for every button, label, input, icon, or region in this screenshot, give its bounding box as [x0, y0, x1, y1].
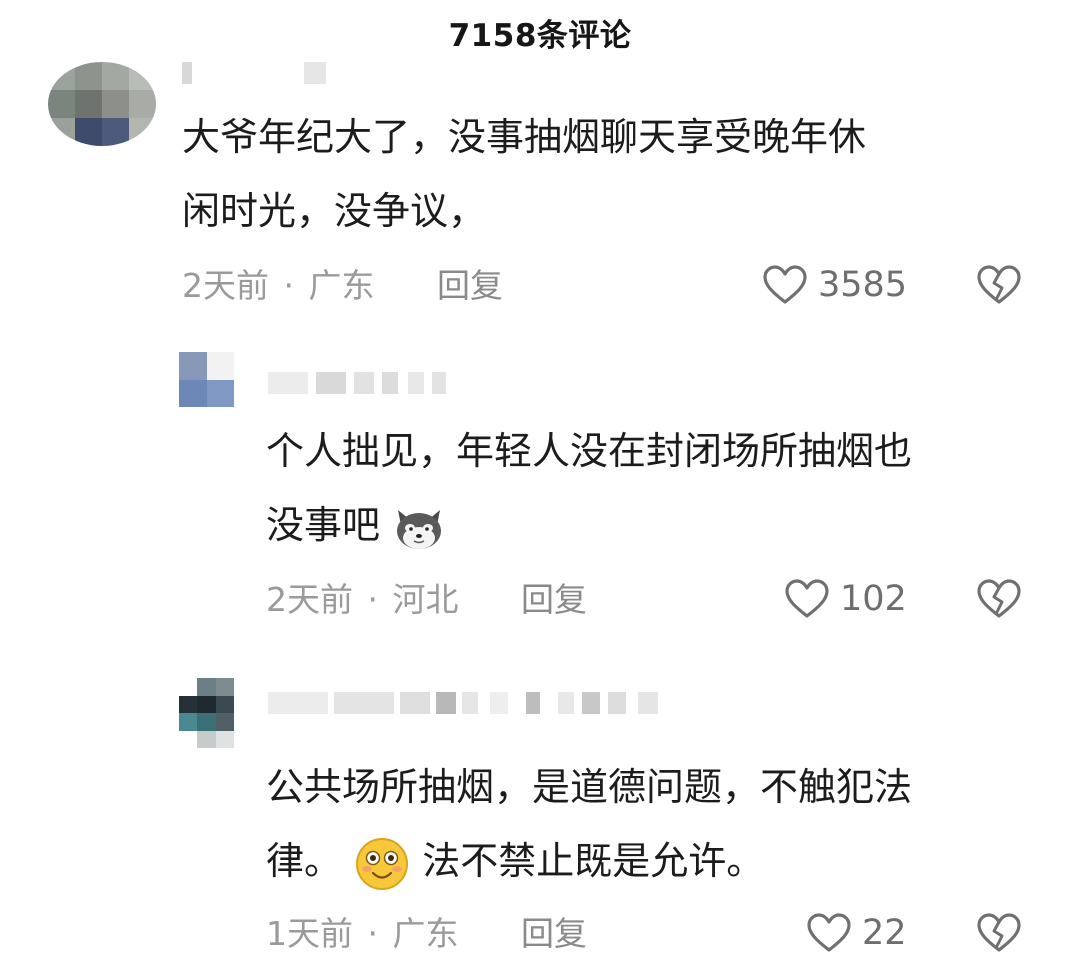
comment-text: 大爷年纪大了，没事抽烟聊天享受晚年休 闲时光，没争议， [182, 115, 867, 233]
broken-heart-icon [977, 579, 1021, 618]
reply-button[interactable]: 回复 [521, 580, 587, 620]
avatar[interactable] [48, 62, 156, 146]
heart-outline-icon [785, 579, 829, 618]
comment-meta: 2天前 · 广东 [182, 266, 375, 305]
like-count: 3585 [818, 265, 908, 305]
comment-meta: 1天前 · 广东 [266, 914, 459, 953]
like-count: 22 [862, 913, 907, 953]
like-button[interactable]: 3585 [762, 264, 907, 306]
comment-meta: 2天前 · 河北 [266, 580, 459, 619]
dislike-button[interactable] [976, 912, 1022, 958]
like-count: 102 [840, 579, 907, 619]
avatar[interactable] [179, 678, 234, 748]
comment-text: 公共场所抽烟，是道德问题，不触犯法 律。 法不禁止既是允许。 [266, 750, 912, 898]
heart-outline-icon [807, 913, 851, 952]
dislike-button[interactable] [976, 578, 1022, 624]
username-blurred[interactable] [268, 692, 668, 714]
username-blurred[interactable] [268, 372, 458, 394]
reply-button[interactable]: 回复 [521, 914, 587, 954]
heart-outline-icon [763, 265, 807, 304]
like-button[interactable]: 102 [784, 578, 907, 620]
comment-text: 个人拙见，年轻人没在封闭场所抽烟也 没事吧 [266, 414, 912, 562]
dog-emoji [397, 509, 442, 549]
avatar[interactable] [179, 352, 234, 407]
dislike-button[interactable] [976, 264, 1022, 310]
broken-heart-icon [977, 265, 1021, 304]
like-button[interactable]: 22 [806, 912, 907, 954]
smile-emoji [356, 837, 409, 890]
reply-button[interactable]: 回复 [437, 266, 503, 306]
broken-heart-icon [977, 913, 1021, 952]
comment-count-title: 7158条评论 [448, 18, 632, 54]
username-blurred[interactable] [182, 62, 352, 84]
